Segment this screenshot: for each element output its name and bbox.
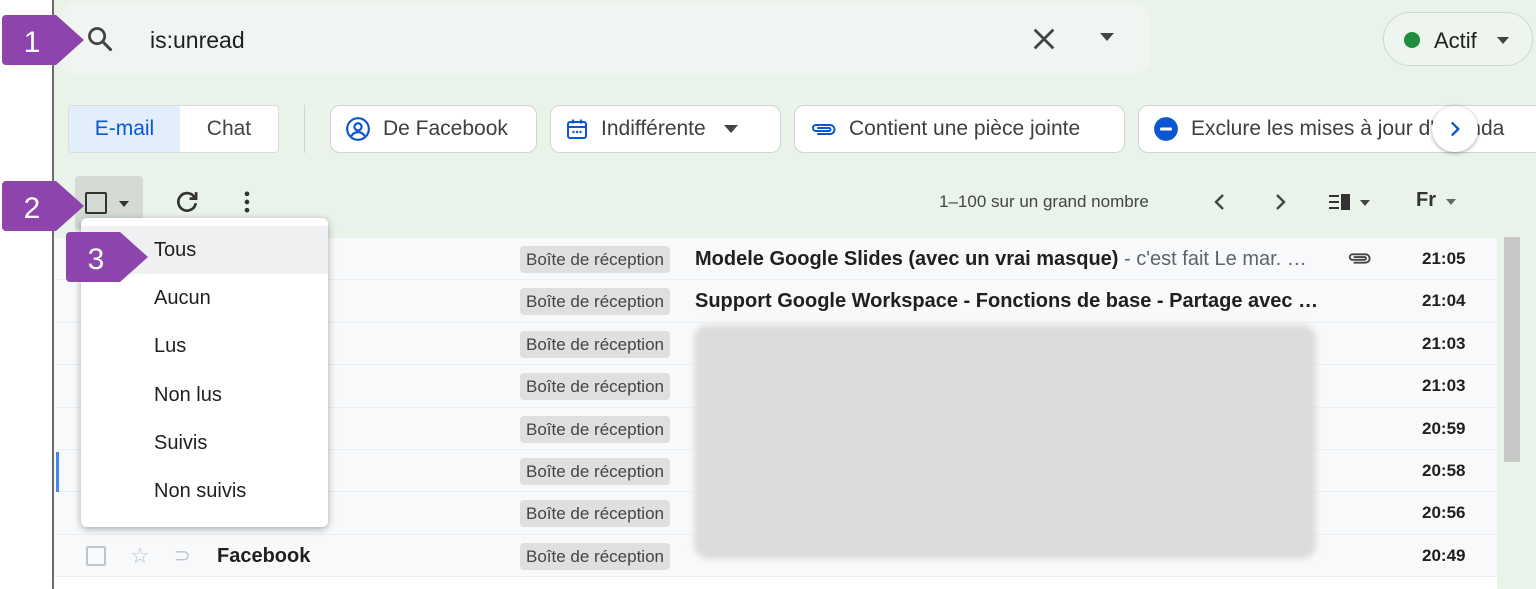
attachment-icon[interactable] [1346,248,1372,268]
search-options-icon[interactable] [1100,33,1114,41]
row-checkbox[interactable] [86,545,106,566]
close-icon[interactable] [1030,25,1058,53]
inbox-label: Boîte de réception [520,246,670,273]
email-subject: Support Google Workspace - Fonctions de … [695,290,1335,313]
inbox-label: Boîte de réception [520,458,670,485]
type-toggle: E-mail Chat [68,105,279,153]
search-input[interactable]: is:unread [150,27,245,54]
contact-icon [346,117,370,141]
email-time: 21:03 [1422,333,1466,353]
input-tools-button[interactable]: Fr [1416,189,1457,212]
chip-label: De Facebook [383,117,508,140]
sender-name: Facebook [217,545,310,568]
scrollbar[interactable] [1504,237,1520,462]
inbox-label: Boîte de réception [520,373,670,401]
split-pane-icon [1329,194,1370,210]
email-time: 20:56 [1422,503,1466,523]
star-icon[interactable]: ☆ [130,543,150,569]
chip-label: Contient une pièce jointe [849,117,1081,140]
redacted-area [694,325,1316,559]
chevron-right-icon [1451,122,1460,136]
chevron-down-icon [1446,198,1457,205]
divider [304,105,305,153]
callout-3: 3 [66,232,148,282]
callout-number: 1 [24,26,41,59]
inbox-label: Boîte de réception [520,288,670,316]
snippet-text: - c'est fait Le mar. … [1118,248,1307,270]
callout-number: 3 [88,243,105,276]
status-button[interactable]: Actif [1383,12,1533,66]
calendar-icon [567,119,587,139]
pagination-label: 1–100 sur un grand nombre [939,192,1149,211]
subject-text: Modele Google Slides (avec un vrai masqu… [695,248,1119,270]
inbox-label: Boîte de réception [520,542,670,570]
chip-date[interactable]: Indifférente [550,105,781,153]
split-pane-button[interactable] [1328,192,1374,217]
chevron-down-icon [1497,37,1509,44]
inbox-label: Boîte de réception [520,330,670,358]
sender-text: Facebook [217,544,311,567]
left-border [52,0,54,589]
email-time: 21:03 [1422,376,1466,396]
chips-next-button[interactable] [1432,106,1478,152]
chevron-left-icon[interactable] [1208,190,1232,214]
tab-chat[interactable]: Chat [180,106,278,152]
menu-item-read[interactable]: Lus [81,323,328,371]
status-dot-icon [1404,32,1420,48]
email-time: 20:58 [1422,461,1466,480]
important-icon[interactable]: ⊃ [174,543,191,568]
more-vert-icon[interactable] [233,188,261,216]
status-label: Actif [1434,28,1477,53]
callout-1: 1 [2,15,84,65]
email-time: 21:04 [1422,291,1466,311]
chevron-down-icon[interactable] [119,201,129,207]
chip-has-attachment[interactable]: Contient une pièce jointe [794,105,1125,153]
refresh-icon[interactable] [173,188,201,216]
attachment-icon [812,124,836,135]
chevron-down-icon [723,125,738,133]
search-bar[interactable]: is:unread [60,3,1150,75]
inbox-label: Boîte de réception [520,415,670,443]
callout-number: 2 [24,192,41,225]
chip-label: Indifférente [601,117,706,140]
menu-item-unstarred[interactable]: Non suivis [81,467,328,515]
email-time: 20:59 [1422,418,1466,438]
menu-item-unread[interactable]: Non lus [81,371,328,419]
row-focus-indicator [56,452,59,492]
menu-item-starred[interactable]: Suivis [81,419,328,467]
chip-from-facebook[interactable]: De Facebook [330,105,537,153]
subject-text: Support Google Workspace - Fonctions de … [695,290,1319,313]
minus-circle-icon [1154,117,1178,141]
callout-2: 2 [2,181,84,231]
chevron-right-icon[interactable] [1268,190,1292,214]
email-time: 21:05 [1422,249,1466,268]
email-time: 20:49 [1422,545,1466,565]
lang-label: Fr [1416,189,1436,211]
inbox-label: Boîte de réception [520,500,670,528]
tab-email[interactable]: E-mail [69,106,180,152]
email-subject: Modele Google Slides (avec un vrai masqu… [695,248,1335,271]
